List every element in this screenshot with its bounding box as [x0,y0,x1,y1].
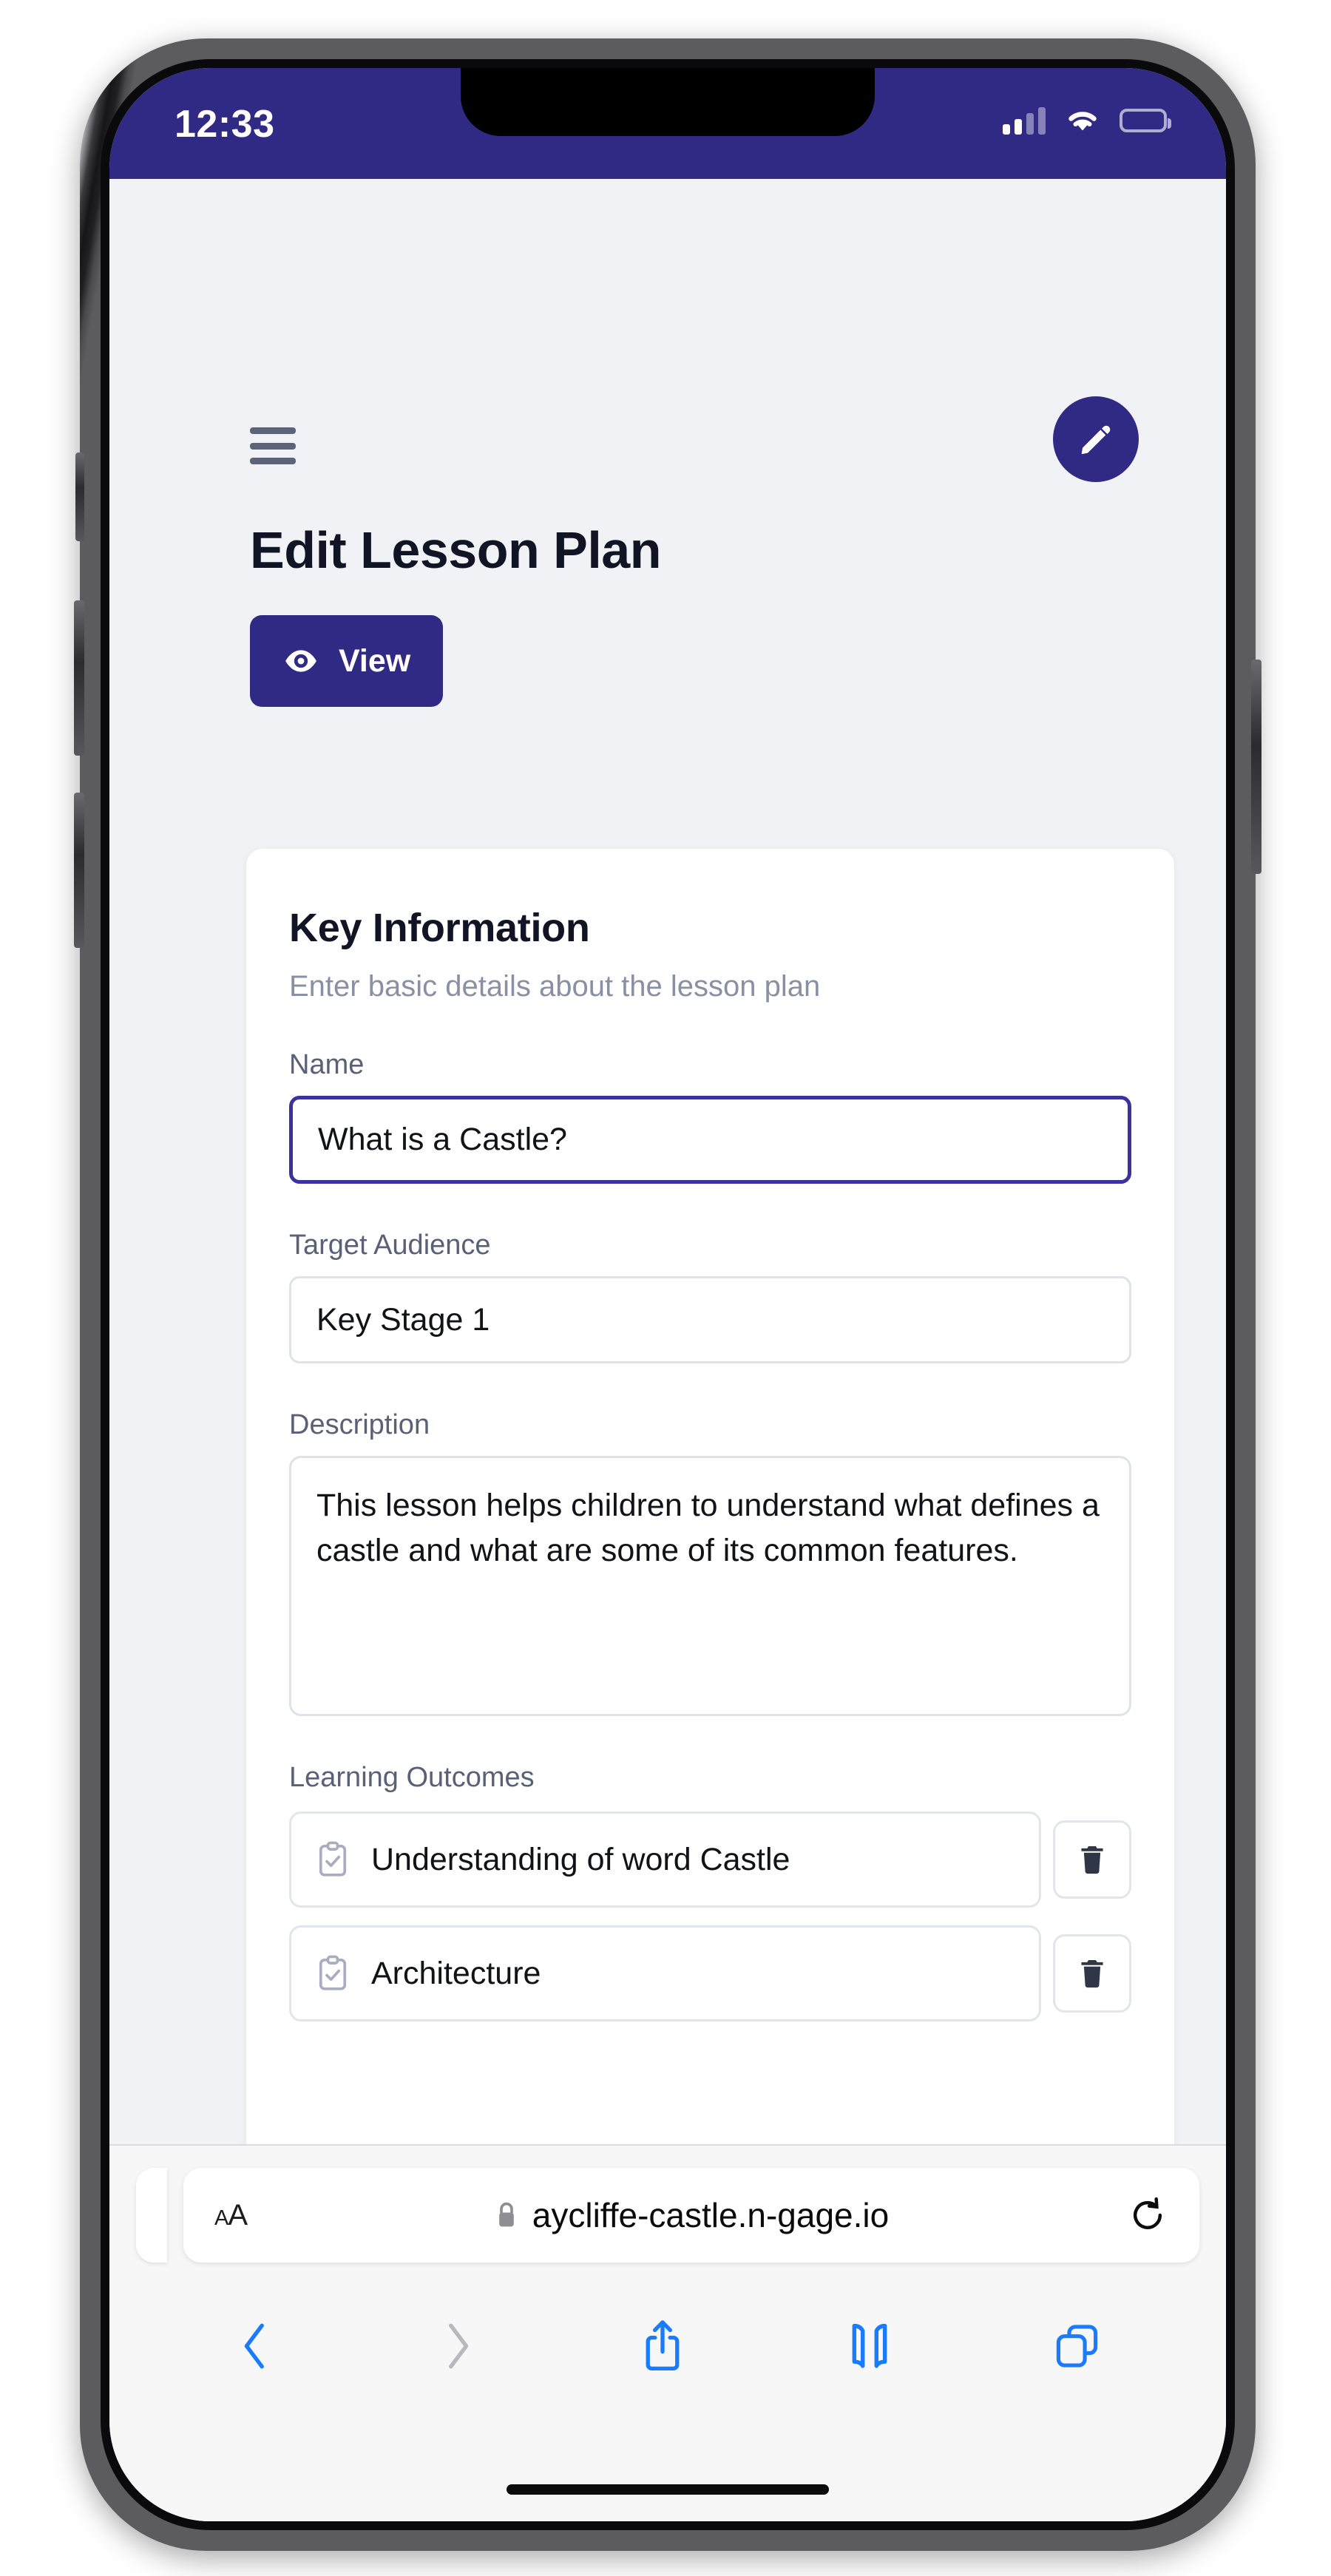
key-information-card: Key Information Enter basic details abou… [246,849,1174,2144]
adjacent-tab-peek[interactable] [136,2168,167,2263]
page-title: Edit Lesson Plan [250,521,662,579]
description-textarea[interactable]: This lesson helps children to understand… [289,1456,1131,1716]
list-item: Architecture [289,1925,1131,2021]
view-button-label: View [339,643,411,679]
field-label-learning-outcomes: Learning Outcomes [289,1762,535,1793]
status-bar: 12:33 [109,68,1226,179]
volume-up-button[interactable] [74,600,84,756]
delete-learning-outcome-button[interactable] [1053,1820,1131,1899]
card-title: Key Information [289,906,590,950]
battery-icon [1120,109,1171,132]
field-label-target-audience: Target Audience [289,1230,491,1261]
target-audience-input[interactable]: Key Stage 1 [289,1276,1131,1363]
eye-icon [282,643,319,679]
tabs-button[interactable] [1054,2320,1101,2372]
safari-bottom-chrome: AAAA aycliffe-castle.n-gage.io [109,2144,1226,2521]
field-name: Name What is a Castle? [289,1049,1131,1184]
learning-outcome-input[interactable]: Architecture [289,1925,1041,2021]
phone-screen: 12:33 Edit Lesson Plan View Key Informat… [109,68,1226,2521]
list-item: Understanding of word Castle [289,1811,1131,1908]
trash-icon [1075,1843,1109,1877]
clipboard-check-icon [314,1840,352,1879]
share-button[interactable] [640,2318,685,2374]
learning-outcome-text: Architecture [371,1955,541,1991]
card-subtitle: Enter basic details about the lesson pla… [289,970,821,1003]
url-row: AAAA aycliffe-castle.n-gage.io [109,2163,1226,2267]
status-bar-time: 12:33 [175,103,275,146]
field-label-name: Name [289,1049,365,1080]
field-target-audience: Target Audience Key Stage 1 [289,1230,1131,1363]
phone-frame: 12:33 Edit Lesson Plan View Key Informat… [74,38,1261,2551]
name-input[interactable]: What is a Castle? [289,1096,1131,1184]
field-description: Description This lesson helps children t… [289,1409,1131,1716]
clipboard-check-icon [314,1954,352,1993]
url-text: aycliffe-castle.n-gage.io [532,2196,890,2234]
view-button[interactable]: View [250,615,444,707]
field-learning-outcomes: Learning Outcomes Understanding of word [289,1762,1131,2021]
safari-toolbar [109,2291,1226,2402]
power-button[interactable] [1251,660,1261,874]
wifi-icon [1065,106,1100,135]
status-bar-icons [1003,106,1171,135]
lock-icon [494,2200,519,2231]
notch [461,68,875,136]
mute-switch[interactable] [75,453,84,541]
delete-learning-outcome-button[interactable] [1053,1934,1131,2013]
web-app-viewport: Edit Lesson Plan View Key Information En… [109,179,1226,2144]
bookmarks-button[interactable] [847,2319,893,2373]
url-display: aycliffe-castle.n-gage.io [183,2195,1199,2235]
forward-button [437,2319,478,2373]
edit-fab-button[interactable] [1053,396,1139,482]
learning-outcome-text: Understanding of word Castle [371,1841,790,1877]
trash-icon [1075,1956,1109,1990]
pencil-icon [1076,419,1116,459]
hamburger-menu-icon[interactable] [250,427,296,464]
field-label-description: Description [289,1409,430,1440]
home-indicator [507,2484,829,2495]
back-button[interactable] [234,2319,276,2373]
address-bar[interactable]: AAAA aycliffe-castle.n-gage.io [183,2168,1199,2263]
volume-down-button[interactable] [74,793,84,948]
cellular-signal-icon [1003,106,1046,135]
learning-outcome-input[interactable]: Understanding of word Castle [289,1811,1041,1908]
